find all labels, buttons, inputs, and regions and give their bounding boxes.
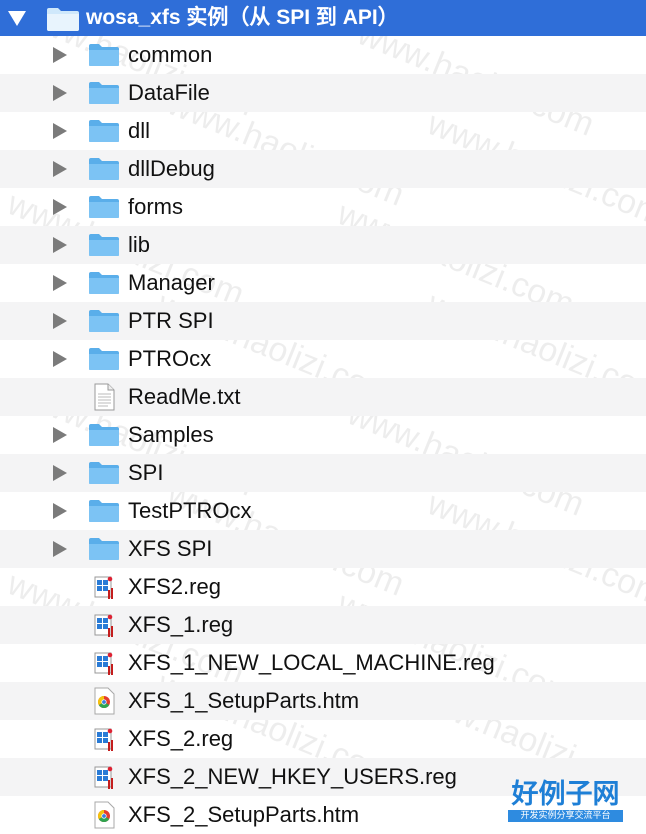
- file-name: DataFile: [128, 80, 210, 105]
- brand-title: 好例子网: [511, 779, 620, 810]
- disclosure-collapsed-icon[interactable]: [53, 275, 67, 291]
- file-name: TestPTROcx: [128, 498, 252, 523]
- file-row[interactable]: Manager: [0, 264, 646, 302]
- folder-icon: [88, 233, 120, 257]
- file-name: common: [128, 42, 213, 67]
- file-name: XFS_2.reg: [128, 726, 234, 751]
- disclosure-collapsed-icon[interactable]: [53, 541, 67, 557]
- file-name: dllDebug: [128, 156, 215, 181]
- disclosure-expanded-icon[interactable]: [8, 11, 26, 26]
- text-file-icon: [88, 383, 120, 411]
- file-row[interactable]: forms: [0, 188, 646, 226]
- file-row[interactable]: XFS_1.reg: [0, 606, 646, 644]
- folder-icon: [88, 423, 120, 447]
- folder-icon: [88, 537, 120, 561]
- file-row[interactable]: XFS_1_SetupParts.htm: [0, 682, 646, 720]
- folder-icon: [88, 271, 120, 295]
- file-row[interactable]: dll: [0, 112, 646, 150]
- disclosure-collapsed-icon[interactable]: [53, 503, 67, 519]
- file-row[interactable]: XFS SPI: [0, 530, 646, 568]
- registry-file-icon: [88, 573, 120, 601]
- file-row[interactable]: XFS2.reg: [0, 568, 646, 606]
- disclosure-collapsed-icon[interactable]: [53, 237, 67, 253]
- disclosure-collapsed-icon[interactable]: [53, 351, 67, 367]
- brand-logo: 好例子网 开发实例分享交流平台: [508, 780, 623, 826]
- folder-icon: [88, 119, 120, 143]
- folder-icon: [88, 499, 120, 523]
- file-row[interactable]: Samples: [0, 416, 646, 454]
- registry-file-icon: [88, 763, 120, 791]
- chrome-html-icon: [88, 801, 120, 829]
- disclosure-collapsed-icon[interactable]: [53, 465, 67, 481]
- file-name: XFS_2_SetupParts.htm: [128, 802, 360, 827]
- file-row[interactable]: SPI: [0, 454, 646, 492]
- folder-icon: [88, 195, 120, 219]
- file-row[interactable]: ReadMe.txt: [0, 378, 646, 416]
- file-name: Samples: [128, 422, 214, 447]
- disclosure-collapsed-icon[interactable]: [53, 47, 67, 63]
- file-row[interactable]: PTROcx: [0, 340, 646, 378]
- disclosure-collapsed-icon[interactable]: [53, 161, 67, 177]
- file-name: XFS2.reg: [128, 574, 221, 599]
- file-name: forms: [128, 194, 183, 219]
- folder-icon: [88, 81, 120, 105]
- brand-subtitle: 开发实例分享交流平台: [508, 810, 623, 822]
- folder-icon: [88, 43, 120, 67]
- disclosure-collapsed-icon[interactable]: [53, 123, 67, 139]
- disclosure-collapsed-icon[interactable]: [53, 313, 67, 329]
- file-row[interactable]: dllDebug: [0, 150, 646, 188]
- file-name: PTROcx: [128, 346, 212, 371]
- file-name: XFS_1_NEW_LOCAL_MACHINE.reg: [128, 650, 495, 675]
- file-row[interactable]: TestPTROcx: [0, 492, 646, 530]
- registry-file-icon: [88, 649, 120, 677]
- file-name: lib: [128, 232, 151, 257]
- folder-header-row[interactable]: wosa_xfs 实例（从 SPI 到 API）: [0, 0, 646, 36]
- file-row[interactable]: XFS_1_NEW_LOCAL_MACHINE.reg: [0, 644, 646, 682]
- folder-name: wosa_xfs 实例（从 SPI 到 API）: [86, 6, 399, 29]
- file-name: SPI: [128, 460, 164, 485]
- file-name: PTR SPI: [128, 308, 214, 333]
- file-row[interactable]: common: [0, 36, 646, 74]
- file-name: Manager: [128, 270, 215, 295]
- folder-icon: [88, 309, 120, 333]
- folder-icon: [46, 6, 79, 31]
- disclosure-collapsed-icon[interactable]: [53, 199, 67, 215]
- file-name: dll: [128, 118, 151, 143]
- file-name: ReadMe.txt: [128, 384, 241, 409]
- file-name: XFS_1.reg: [128, 612, 234, 637]
- folder-icon: [88, 461, 120, 485]
- file-row[interactable]: lib: [0, 226, 646, 264]
- file-row[interactable]: DataFile: [0, 74, 646, 112]
- folder-icon: [88, 347, 120, 371]
- file-name: XFS_1_SetupParts.htm: [128, 688, 360, 713]
- disclosure-collapsed-icon[interactable]: [53, 85, 67, 101]
- folder-icon: [88, 157, 120, 181]
- registry-file-icon: [88, 725, 120, 753]
- chrome-html-icon: [88, 687, 120, 715]
- file-name: XFS_2_NEW_HKEY_USERS.reg: [128, 764, 457, 789]
- registry-file-icon: [88, 611, 120, 639]
- disclosure-collapsed-icon[interactable]: [53, 427, 67, 443]
- file-row[interactable]: XFS_2.reg: [0, 720, 646, 758]
- file-row[interactable]: PTR SPI: [0, 302, 646, 340]
- file-name: XFS SPI: [128, 536, 213, 561]
